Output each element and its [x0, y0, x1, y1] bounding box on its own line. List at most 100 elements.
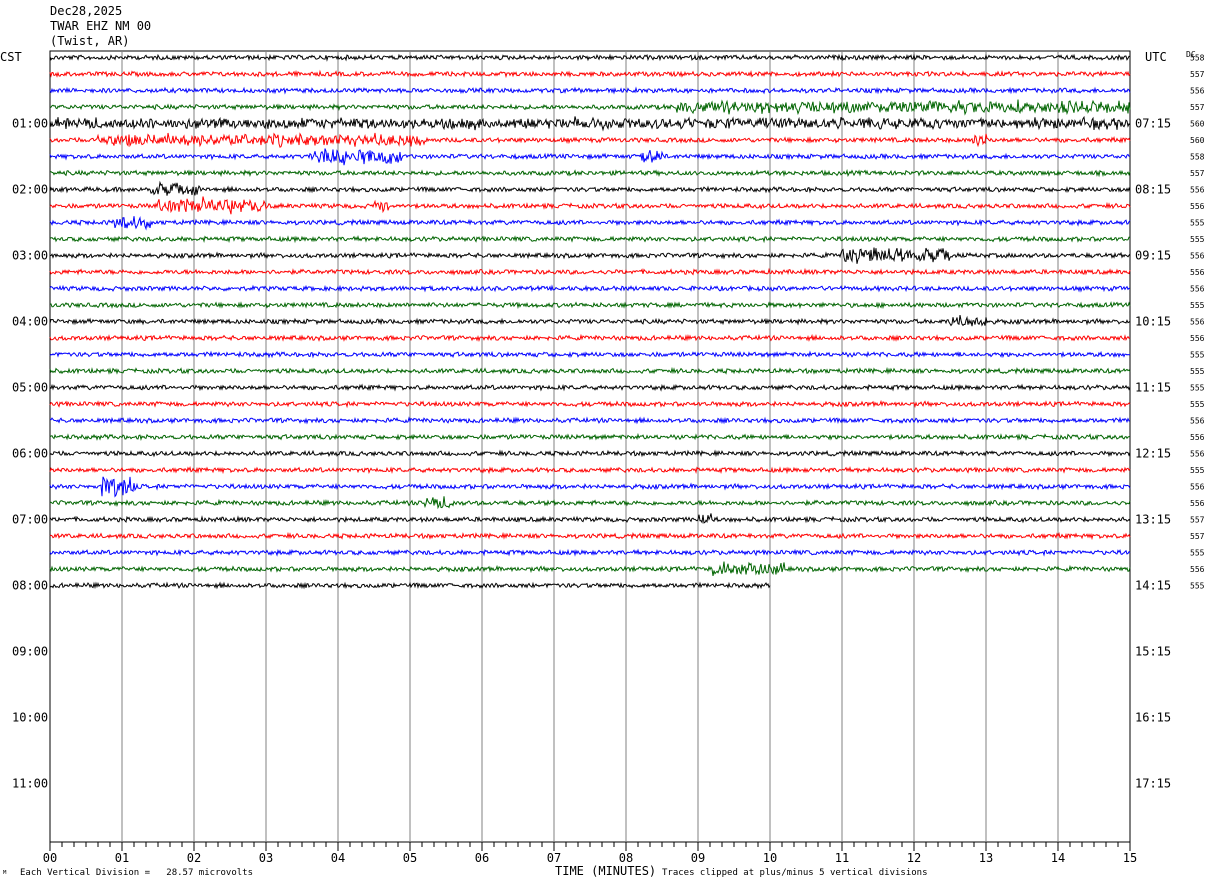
cst-hour-label: 05:00 — [12, 381, 48, 395]
trace-line — [49, 267, 1131, 276]
dc-offset-label: 557 — [1190, 70, 1205, 79]
dc-offset-label: 556 — [1190, 318, 1205, 327]
utc-hour-label: 17:15 — [1135, 777, 1171, 791]
utc-hour-label: 13:15 — [1135, 513, 1171, 527]
dc-offset-label: 556 — [1190, 186, 1205, 195]
dc-offset-label: 558 — [1190, 153, 1205, 162]
utc-hour-label: 16:15 — [1135, 711, 1171, 725]
dc-offset-label: 556 — [1190, 450, 1205, 459]
corner-mark: ᴹ — [2, 870, 8, 880]
dc-offset-label: 556 — [1190, 483, 1205, 492]
dc-offset-label: 555 — [1190, 367, 1205, 376]
dc-offset-label: 557 — [1190, 103, 1205, 112]
dc-offset-label: 556 — [1190, 87, 1205, 96]
dc-offset-label: 558 — [1190, 54, 1205, 63]
x-tick-label: 03 — [259, 851, 273, 865]
dc-offset-label: 556 — [1190, 417, 1205, 426]
trace-line — [49, 180, 1131, 196]
trace-line — [49, 53, 1131, 62]
trace-line — [49, 496, 1131, 510]
dc-offset-label: 557 — [1190, 169, 1205, 178]
dc-offset-label: 556 — [1190, 268, 1205, 277]
utc-hour-label: 15:15 — [1135, 645, 1171, 659]
dc-offset-label: 555 — [1190, 466, 1205, 475]
x-tick-label: 08 — [619, 851, 633, 865]
trace-line — [49, 284, 1131, 293]
cst-hour-label: 01:00 — [12, 117, 48, 131]
x-tick-label: 04 — [331, 851, 345, 865]
trace-line — [49, 399, 1131, 409]
scale-note: Each Vertical Division = 28.57 microvolt… — [20, 868, 253, 878]
x-tick-label: 01 — [115, 851, 129, 865]
x-tick-label: 13 — [979, 851, 993, 865]
dc-offset-label: 555 — [1190, 235, 1205, 244]
trace-line — [49, 148, 1131, 166]
trace-line — [49, 366, 1131, 375]
x-tick-label: 00 — [43, 851, 57, 865]
x-tick-label: 11 — [835, 851, 849, 865]
cst-hour-label: 10:00 — [12, 711, 48, 725]
dc-offset-label: 556 — [1190, 433, 1205, 442]
x-tick-label: 06 — [475, 851, 489, 865]
trace-line — [49, 350, 1131, 359]
trace-line — [49, 476, 1131, 498]
dc-offset-label: 557 — [1190, 532, 1205, 541]
trace-line — [49, 548, 1131, 557]
dc-offset-label: 556 — [1190, 565, 1205, 574]
cst-hour-label: 04:00 — [12, 315, 48, 329]
dc-offset-label: 556 — [1190, 252, 1205, 261]
utc-hour-label: 11:15 — [1135, 381, 1171, 395]
dc-offset-label: 560 — [1190, 136, 1205, 145]
trace-line — [49, 168, 1131, 178]
x-axis-title: TIME (MINUTES) — [555, 864, 657, 878]
cst-hour-label: 07:00 — [12, 513, 48, 527]
dc-offset-label: 555 — [1190, 549, 1205, 558]
utc-hour-label: 07:15 — [1135, 117, 1171, 131]
utc-hour-label: 10:15 — [1135, 315, 1171, 329]
x-tick-label: 12 — [907, 851, 921, 865]
x-tick-label: 14 — [1051, 851, 1065, 865]
utc-hour-label: 14:15 — [1135, 579, 1171, 593]
dc-offset-label: 557 — [1190, 516, 1205, 525]
trace-line — [49, 69, 1131, 79]
dc-offset-label: 555 — [1190, 400, 1205, 409]
x-tick-label: 15 — [1123, 851, 1137, 865]
x-tick-label: 02 — [187, 851, 201, 865]
trace-line — [49, 416, 1131, 425]
x-tick-label: 07 — [547, 851, 561, 865]
utc-hour-label: 09:15 — [1135, 249, 1171, 263]
trace-line — [49, 196, 1131, 215]
trace-line — [49, 561, 1131, 576]
trace-line — [49, 383, 1131, 392]
cst-hour-label: 09:00 — [12, 645, 48, 659]
trace-line — [49, 234, 1131, 244]
trace-line — [49, 86, 1131, 95]
trace-line — [49, 333, 1131, 342]
seismogram-plot: 00 01 02 03 04 05 06 07 08 09 10 11 12 13 14 15 01:00 02:… — [12, 50, 1205, 865]
dc-offset-label: 555 — [1190, 582, 1205, 591]
trace-line — [49, 132, 1131, 148]
clip-note: Traces clipped at plus/minus 5 vertical … — [662, 868, 928, 878]
cst-hour-label: 08:00 — [12, 579, 48, 593]
x-tick-label: 10 — [763, 851, 777, 865]
cst-hour-label: 03:00 — [12, 249, 48, 263]
dc-offset-label: 556 — [1190, 334, 1205, 343]
trace-line — [49, 531, 1131, 541]
trace-line — [49, 432, 1130, 442]
cst-hour-label: 06:00 — [12, 447, 48, 461]
cst-hour-label: 02:00 — [12, 183, 48, 197]
cst-hour-label: 11:00 — [12, 777, 48, 791]
dc-offset-label: 555 — [1190, 384, 1205, 393]
dc-offset-label: 556 — [1190, 285, 1205, 294]
trace-line — [49, 301, 1131, 310]
trace-line — [49, 465, 1131, 475]
trace-line — [49, 247, 1131, 264]
dc-offset-label: 555 — [1190, 301, 1205, 310]
x-tick-label: 09 — [691, 851, 705, 865]
trace-line — [49, 315, 1131, 327]
trace-line — [49, 449, 1131, 458]
trace-line — [49, 215, 1131, 231]
dc-offset-label: 560 — [1190, 120, 1205, 129]
dc-offset-label: 556 — [1190, 499, 1205, 508]
trace-line — [49, 115, 1131, 132]
